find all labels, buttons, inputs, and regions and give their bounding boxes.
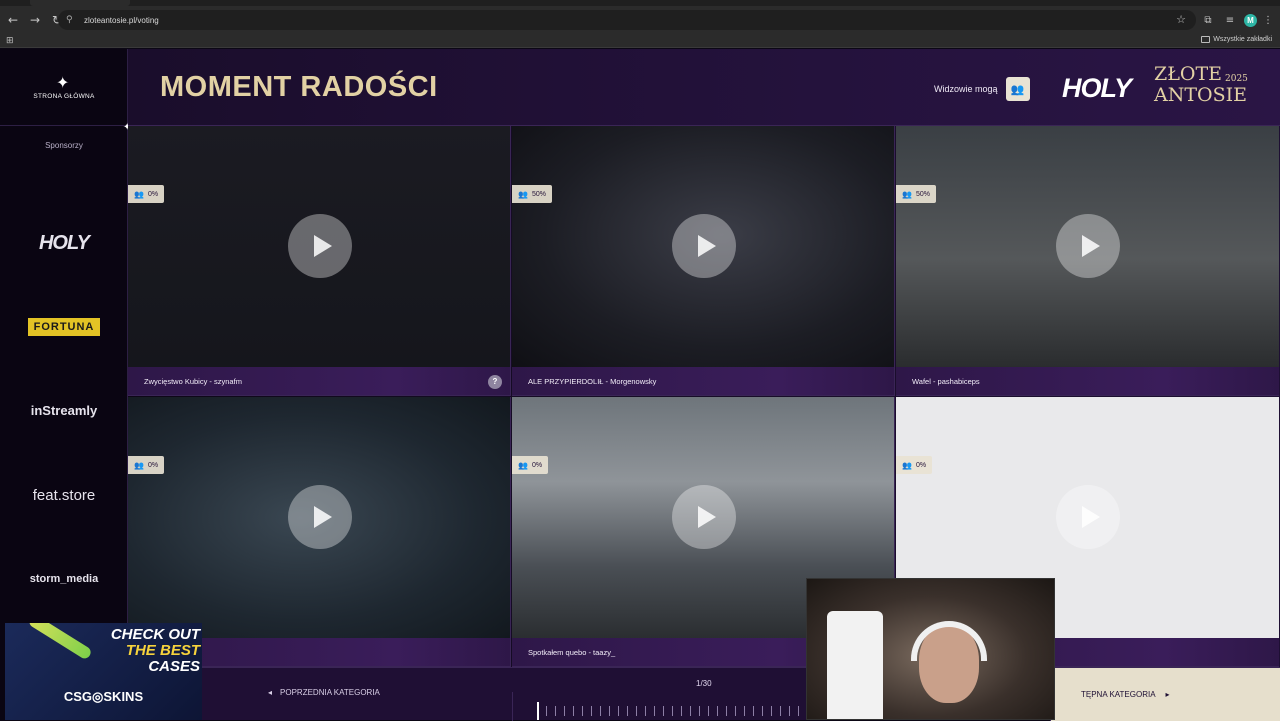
sponsors-heading: Sponsorzy <box>45 141 83 150</box>
next-category-button[interactable]: TĘPNA KATEGORIA ▸ <box>1051 668 1280 721</box>
arrow-left-icon: ◂ <box>268 688 273 697</box>
ad-headline: CHECK OUT THE BEST CASES <box>95 627 200 675</box>
video-tile[interactable]: 👥 50% Wafel - pashabiceps <box>896 126 1279 396</box>
folder-icon <box>1201 36 1211 43</box>
sponsor-holy-logo[interactable]: HOLY <box>0 232 128 255</box>
vote-percent-badge: 👥 50% <box>896 185 936 203</box>
home-link[interactable]: ✦ STRONA GŁÓWNA <box>0 49 128 126</box>
viewers-label: Widzowie mogą <box>934 84 998 94</box>
sponsor-stormmedia-logo[interactable]: storm_media <box>0 573 128 585</box>
play-icon[interactable] <box>288 485 352 549</box>
play-icon[interactable] <box>1056 214 1120 278</box>
users-icon: 👥 <box>902 460 912 470</box>
holy-logo: HOLY <box>1062 73 1132 103</box>
home-label: STRONA GŁÓWNA <box>33 93 95 100</box>
sponsor-ad-banner[interactable]: CHECK OUT THE BEST CASES CSG◎SKINS <box>5 623 202 720</box>
users-icon: 👥 <box>134 189 144 199</box>
url-text: zloteantosie.pl/voting <box>84 15 159 25</box>
knife-icon <box>27 623 93 661</box>
vote-percent: 50% <box>915 190 930 198</box>
voting-page: ✦ STRONA GŁÓWNA Sponsorzy HOLY FORTUNA i… <box>0 49 1280 721</box>
sponsor-featstore-logo[interactable]: feat.store <box>0 487 128 504</box>
video-caption: Wafel - pashabiceps <box>896 367 1279 395</box>
ad-line-1: CHECK OUT <box>110 626 200 643</box>
previous-category-label: POPRZEDNIA KATEGORIA <box>280 688 380 697</box>
video-tile[interactable]: 👥 50% ALE PRZYPIERDOLIŁ - Morgenowsky <box>512 126 895 396</box>
fortuna-text: FORTUNA <box>27 318 101 336</box>
video-grid: 👥 0% Zwycięstwo Kubicy - szynafm ? 👥 50% A… <box>128 126 1280 667</box>
apps-icon[interactable]: ⊞ <box>6 36 14 46</box>
ad-line-2: THE BEST <box>125 642 200 659</box>
play-icon[interactable] <box>1056 485 1120 549</box>
browser-toolbar: ← → ↻ ⚲ zloteantosie.pl/voting ☆ ⧉ ≡ M ⋮ <box>0 6 1280 34</box>
category-footer: ◂ POPRZEDNIA KATEGORIA 1/30 TĘPNA KATEGO… <box>128 667 1280 721</box>
all-bookmarks[interactable]: Wszystkie zakładki <box>1201 36 1272 43</box>
page-title: MOMENT RADOŚCI <box>160 71 438 103</box>
star-icon: ✦ <box>56 73 70 92</box>
help-icon[interactable]: ? <box>488 375 502 389</box>
scrubber-ticks <box>537 706 827 716</box>
page-header: MOMENT RADOŚCI Widzowie mogą 👥 HOLY ZŁOT… <box>128 49 1280 126</box>
vote-percent-badge: 👥 0% <box>128 185 165 203</box>
menu-icon[interactable]: ⋮ <box>1262 15 1274 27</box>
logo-line-2: ANTOSIE <box>1154 84 1247 106</box>
headphones-icon <box>911 621 987 661</box>
play-icon[interactable] <box>672 485 736 549</box>
users-icon: 👥 <box>134 460 144 470</box>
category-counter: 1/30 <box>696 679 712 688</box>
extensions-icon[interactable]: ⧉ <box>1202 15 1214 27</box>
all-bookmarks-label: Wszystkie zakładki <box>1213 36 1272 43</box>
back-icon[interactable]: ← <box>4 11 22 29</box>
previous-category-button[interactable]: ◂ POPRZEDNIA KATEGORIA <box>268 688 380 697</box>
vote-percent-badge: 👥 0% <box>896 456 933 474</box>
profile-avatar[interactable]: M <box>1244 14 1257 27</box>
video-caption: ALE PRZYPIERDOLIŁ - Morgenowsky <box>512 367 894 395</box>
video-tile[interactable]: 👥 0% Zwycięstwo Kubicy - szynafm ? <box>128 126 511 396</box>
users-icon: 👥 <box>518 460 528 470</box>
jersey-image <box>827 611 883 719</box>
vote-percent: 0% <box>915 461 927 469</box>
ad-line-3: CASES <box>148 658 200 675</box>
video-caption: Zwycięstwo Kubicy - szynafm <box>128 367 510 395</box>
zlote-antosie-logo: ZŁOTE ANTOSIE <box>1154 64 1247 106</box>
users-icon[interactable]: 👥 <box>1005 77 1030 101</box>
vote-percent: 50% <box>531 190 546 198</box>
vote-percent: 0% <box>531 461 543 469</box>
play-icon[interactable] <box>288 214 352 278</box>
users-icon: 👥 <box>902 189 912 199</box>
left-sidebar: ✦ STRONA GŁÓWNA Sponsorzy HOLY FORTUNA i… <box>0 49 128 720</box>
streamer-webcam <box>806 578 1055 720</box>
sponsor-instreamly-logo[interactable]: inStreamly <box>0 403 128 418</box>
site-info-icon[interactable]: ⚲ <box>66 15 76 25</box>
vote-percent-badge: 👥 0% <box>128 456 165 474</box>
arrow-right-icon: ▸ <box>1165 690 1170 699</box>
vote-percent-badge: 👥 0% <box>512 456 549 474</box>
address-bar[interactable]: ⚲ zloteantosie.pl/voting ☆ <box>58 10 1196 30</box>
next-category-label: TĘPNA KATEGORIA <box>1081 690 1156 699</box>
logo-year: 2025 <box>1225 74 1248 84</box>
vote-percent-badge: 👥 50% <box>512 185 552 203</box>
play-icon[interactable] <box>672 214 736 278</box>
scrubber-cursor[interactable] <box>537 702 539 720</box>
forward-icon[interactable]: → <box>26 11 44 29</box>
vote-percent: 0% <box>147 461 159 469</box>
media-icon[interactable]: ≡ <box>1224 15 1236 27</box>
viewers-control[interactable]: Widzowie mogą 👥 <box>934 77 1030 101</box>
bookmark-star-icon[interactable]: ☆ <box>1176 13 1186 26</box>
bookmarks-bar: ⊞ Wszystkie zakładki <box>0 34 1280 48</box>
vote-percent: 0% <box>147 190 159 198</box>
csgoskins-logo: CSG◎SKINS <box>63 689 144 704</box>
sponsor-fortuna-logo[interactable]: FORTUNA <box>0 317 128 336</box>
users-icon: 👥 <box>518 189 528 199</box>
